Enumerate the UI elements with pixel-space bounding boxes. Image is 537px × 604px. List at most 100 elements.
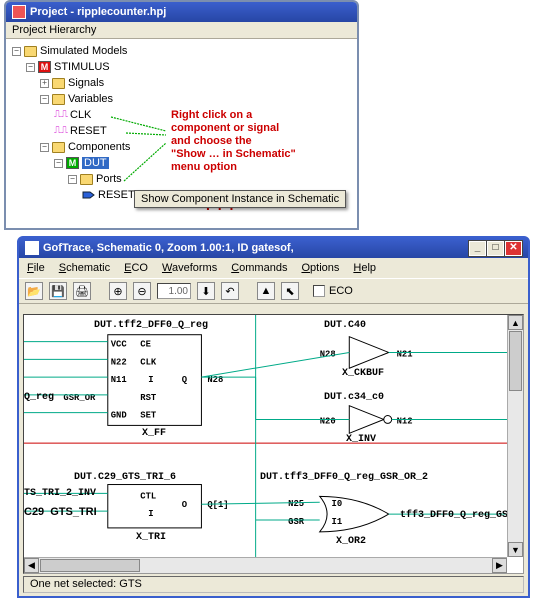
svg-text:GSR: GSR: [288, 517, 305, 527]
type-label: X_OR2: [336, 537, 366, 547]
menu-commands[interactable]: Commands: [231, 262, 287, 274]
folder-icon: [52, 94, 65, 105]
scroll-up-icon[interactable]: ▲: [508, 315, 523, 330]
goftrace-window: GofTrace, Schematic 0, Zoom 1.00:1, ID g…: [17, 236, 530, 598]
download-icon[interactable]: ⬇: [197, 282, 215, 300]
minimize-button[interactable]: _: [469, 241, 486, 256]
project-titlebar[interactable]: Project - ripplecounter.hpj: [6, 2, 357, 22]
toolbar: 📂 💾 🖨 ⊕ ⊖ ⬇ ↶ ▲ ⬉ ECO: [19, 278, 528, 304]
close-button[interactable]: ✕: [505, 241, 522, 256]
signal-icon: ⎍⎍: [54, 110, 67, 120]
svg-text:CTL: CTL: [140, 491, 156, 501]
pointer-icon[interactable]: ▲: [257, 282, 275, 300]
project-icon: [12, 5, 26, 19]
horizontal-scrollbar[interactable]: ◀ ▶: [24, 557, 507, 573]
type-label: X_INV: [346, 435, 376, 445]
print-icon[interactable]: 🖨: [73, 282, 91, 300]
folder-icon: [52, 142, 65, 153]
collapse-icon[interactable]: −: [12, 47, 21, 56]
project-hierarchy-header: Project Hierarchy: [6, 22, 357, 39]
tree-root[interactable]: −Simulated Models: [12, 43, 357, 59]
svg-text:VCC: VCC: [111, 340, 128, 350]
net-label: C29 GTS_TRI: [24, 507, 97, 519]
zoom-field[interactable]: [157, 283, 191, 299]
svg-text:O: O: [182, 500, 187, 510]
svg-text:N12: N12: [397, 416, 413, 426]
eco-checkbox[interactable]: ECO: [313, 285, 353, 297]
scroll-down-icon[interactable]: ▼: [508, 542, 523, 557]
port-icon: [82, 190, 95, 200]
folder-icon: [24, 46, 37, 57]
menu-schematic[interactable]: Schematic: [59, 262, 110, 274]
svg-text:N28: N28: [207, 375, 223, 385]
scroll-thumb[interactable]: [509, 331, 522, 391]
svg-text:N22: N22: [111, 357, 127, 367]
schematic-canvas[interactable]: VCCCE N22CLK N11I QN28 GSR_ORRST GNDSET …: [24, 315, 507, 557]
collapse-icon[interactable]: −: [26, 63, 35, 72]
project-title: Project - ripplecounter.hpj: [30, 6, 166, 18]
svg-text:I0: I0: [332, 499, 343, 509]
zoom-in-icon[interactable]: ⊕: [109, 282, 127, 300]
tree-signals[interactable]: +Signals: [40, 75, 357, 91]
menu-waveforms[interactable]: Waveforms: [162, 262, 217, 274]
menubar: File Schematic ECO Waveforms Commands Op…: [19, 258, 528, 278]
menu-file[interactable]: File: [27, 262, 45, 274]
save-icon[interactable]: 💾: [49, 282, 67, 300]
select-icon[interactable]: ⬉: [281, 282, 299, 300]
block-label: DUT.tff3_DFF0_Q_reg_GSR_OR_2: [260, 473, 428, 483]
svg-text:I: I: [148, 375, 153, 385]
menu-help[interactable]: Help: [353, 262, 376, 274]
collapse-icon[interactable]: −: [40, 95, 49, 104]
svg-text:I1: I1: [332, 517, 343, 527]
net-label: TS_TRI_2_INV: [24, 489, 96, 499]
vertical-scrollbar[interactable]: ▲ ▼: [507, 315, 523, 557]
tree-stimulus[interactable]: −MSTIMULUS: [26, 59, 357, 75]
net-label: tff3_DFF0_Q_reg_GSR_O: [400, 511, 507, 521]
svg-text:I: I: [148, 509, 153, 519]
expand-icon[interactable]: +: [40, 79, 49, 88]
block-label: DUT.c34_c0: [324, 393, 384, 403]
scroll-thumb[interactable]: [40, 559, 140, 572]
block-label: DUT.tff2_DFF0_Q_reg: [94, 321, 208, 331]
module-icon: M: [38, 61, 51, 73]
project-window: Project - ripplecounter.hpj Project Hier…: [4, 0, 359, 230]
schematic-canvas-wrap: VCCCE N22CLK N11I QN28 GSR_ORRST GNDSET …: [23, 314, 524, 574]
type-label: X_TRI: [136, 533, 166, 543]
svg-text:N25: N25: [288, 499, 304, 509]
svg-text:Q[1]: Q[1]: [207, 500, 228, 510]
menu-options[interactable]: Options: [301, 262, 339, 274]
zoom-out-icon[interactable]: ⊖: [133, 282, 151, 300]
scroll-left-icon[interactable]: ◀: [24, 558, 39, 573]
open-icon[interactable]: 📂: [25, 282, 43, 300]
net-label: Q_reg: [24, 393, 54, 403]
scroll-right-icon[interactable]: ▶: [492, 558, 507, 573]
svg-text:N28: N28: [320, 349, 336, 359]
svg-text:GSR_OR: GSR_OR: [63, 393, 96, 403]
collapse-icon[interactable]: −: [54, 159, 63, 168]
folder-icon: [52, 78, 65, 89]
context-menu-show-in-schematic[interactable]: Show Component Instance in Schematic: [134, 190, 346, 208]
tree-variables[interactable]: −Variables: [40, 91, 357, 107]
goftrace-titlebar[interactable]: GofTrace, Schematic 0, Zoom 1.00:1, ID g…: [19, 238, 528, 258]
undo-icon[interactable]: ↶: [221, 282, 239, 300]
module-icon: M: [66, 157, 79, 169]
svg-text:CLK: CLK: [140, 357, 157, 367]
svg-text:N11: N11: [111, 375, 127, 385]
svg-text:GND: GND: [111, 411, 127, 421]
block-label: DUT.C40: [324, 321, 366, 331]
menu-eco[interactable]: ECO: [124, 262, 148, 274]
svg-text:N21: N21: [397, 349, 413, 359]
maximize-button[interactable]: □: [487, 241, 504, 256]
type-label: X_FF: [142, 429, 166, 439]
svg-text:Q: Q: [182, 375, 188, 385]
project-tree: −Simulated Models −MSTIMULUS +Signals −V…: [6, 39, 357, 207]
svg-text:SET: SET: [140, 411, 157, 421]
annotation-text: Right click on a component or signal and…: [171, 109, 296, 174]
signal-icon: ⎍⎍: [54, 126, 67, 136]
collapse-icon[interactable]: −: [68, 175, 77, 184]
block-label: DUT.C29_GTS_TRI_6: [74, 473, 176, 483]
svg-text:RST: RST: [140, 393, 157, 403]
svg-text:CE: CE: [140, 340, 151, 350]
type-label: X_CKBUF: [342, 369, 384, 379]
collapse-icon[interactable]: −: [40, 143, 49, 152]
